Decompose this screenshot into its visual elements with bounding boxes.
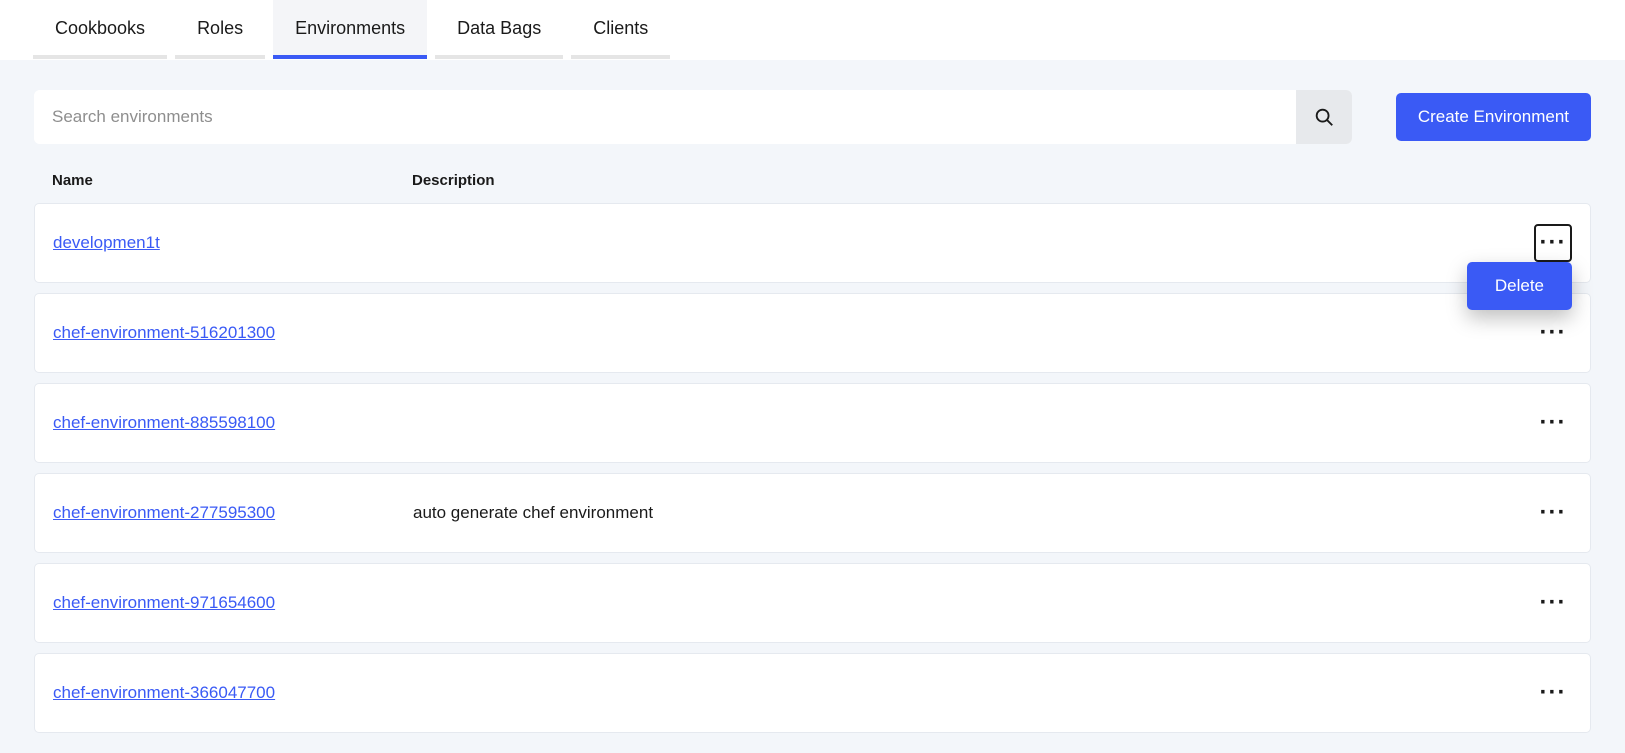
table-row: chef-environment-366047700 ··· <box>34 653 1591 733</box>
more-actions-button[interactable]: ··· <box>1534 494 1572 532</box>
search-icon <box>1313 106 1335 128</box>
more-actions-button[interactable]: ··· <box>1534 224 1572 262</box>
search-wrap <box>34 90 1352 144</box>
tab-data-bags[interactable]: Data Bags <box>435 0 563 59</box>
table-row: developmen1t ··· Delete <box>34 203 1591 283</box>
environment-link[interactable]: chef-environment-366047700 <box>53 683 275 702</box>
environment-description: auto generate chef environment <box>413 503 1512 523</box>
environment-link[interactable]: chef-environment-971654600 <box>53 593 275 612</box>
tab-roles[interactable]: Roles <box>175 0 265 59</box>
search-input[interactable] <box>34 90 1296 144</box>
tab-clients[interactable]: Clients <box>571 0 670 59</box>
environment-link[interactable]: developmen1t <box>53 233 160 252</box>
create-environment-button[interactable]: Create Environment <box>1396 93 1591 141</box>
table-header: Name Description <box>34 172 1591 203</box>
table-row: chef-environment-516201300 ··· <box>34 293 1591 373</box>
more-actions-button[interactable]: ··· <box>1534 404 1572 442</box>
column-header-description: Description <box>412 172 1513 189</box>
content-area: Create Environment Name Description deve… <box>0 60 1625 753</box>
table-body: developmen1t ··· Delete chef-environment… <box>34 203 1591 733</box>
column-header-name: Name <box>52 172 412 189</box>
more-actions-button[interactable]: ··· <box>1534 584 1572 622</box>
environment-link[interactable]: chef-environment-885598100 <box>53 413 275 432</box>
table-row: chef-environment-885598100 ··· <box>34 383 1591 463</box>
table-row: chef-environment-277595300 auto generate… <box>34 473 1591 553</box>
table-row: chef-environment-971654600 ··· <box>34 563 1591 643</box>
environment-link[interactable]: chef-environment-277595300 <box>53 503 275 522</box>
delete-menu-item[interactable]: Delete <box>1467 262 1572 310</box>
more-actions-button[interactable]: ··· <box>1534 314 1572 352</box>
environment-link[interactable]: chef-environment-516201300 <box>53 323 275 342</box>
tab-environments[interactable]: Environments <box>273 0 427 59</box>
toolbar: Create Environment <box>34 90 1591 144</box>
column-header-actions <box>1513 172 1573 189</box>
tab-bar: Cookbooks Roles Environments Data Bags C… <box>0 0 1625 60</box>
more-actions-button[interactable]: ··· <box>1534 674 1572 712</box>
tab-cookbooks[interactable]: Cookbooks <box>33 0 167 59</box>
search-button[interactable] <box>1296 90 1352 144</box>
